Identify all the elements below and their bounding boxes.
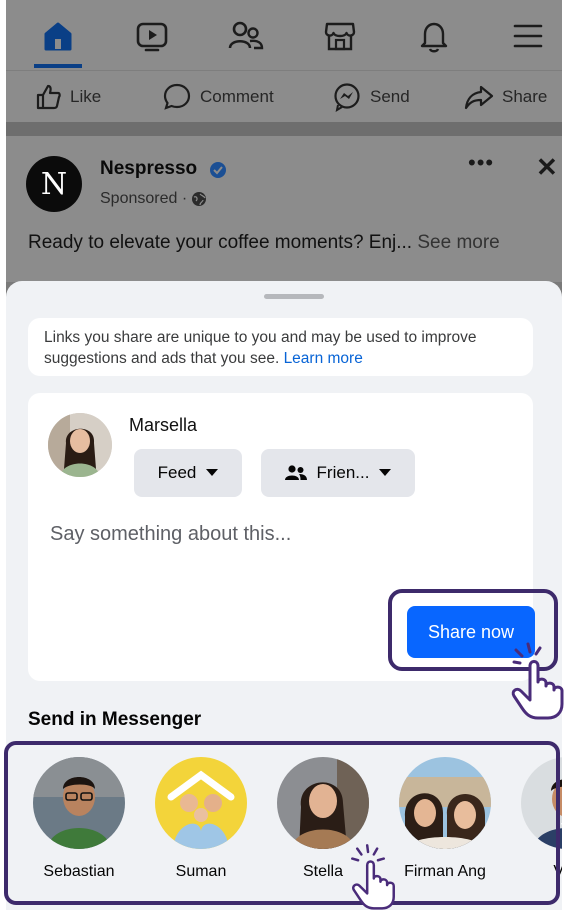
- learn-more-link[interactable]: Learn more: [284, 350, 363, 367]
- feed-divider: [6, 122, 562, 136]
- see-more-link[interactable]: See more: [417, 232, 499, 253]
- avatar: [48, 413, 112, 477]
- send-label: Send: [370, 87, 410, 106]
- close-post-button[interactable]: ✕: [536, 152, 558, 183]
- tap-hand-icon: [506, 638, 568, 725]
- send-button[interactable]: Send: [332, 83, 410, 112]
- sheet-drag-handle[interactable]: [264, 294, 324, 299]
- like-label: Like: [70, 87, 102, 106]
- comment-icon: [163, 83, 191, 110]
- caret-down-icon: [379, 469, 392, 476]
- brand-name[interactable]: Nespresso: [100, 158, 197, 180]
- audience-dropdown[interactable]: Frien...: [261, 449, 415, 497]
- friends-audience-icon: [284, 465, 307, 480]
- caret-down-icon: [206, 469, 219, 476]
- friends-icon[interactable]: [226, 16, 266, 56]
- comment-label: Comment: [200, 87, 274, 106]
- like-icon: [36, 84, 61, 110]
- video-icon[interactable]: [132, 16, 172, 56]
- menu-icon[interactable]: [508, 16, 548, 56]
- marketplace-icon[interactable]: [320, 16, 360, 56]
- like-button[interactable]: Like: [34, 83, 101, 111]
- privacy-notice: Links you share are unique to you and ma…: [28, 318, 533, 376]
- more-options-button[interactable]: •••: [468, 150, 494, 176]
- share-button[interactable]: Share: [464, 83, 547, 111]
- send-in-messenger-title: Send in Messenger: [28, 709, 202, 730]
- post-caption: Ready to elevate your coffee moments? En…: [28, 232, 500, 254]
- comment-button[interactable]: Comment: [162, 83, 274, 111]
- globe-icon: [192, 192, 207, 206]
- tap-hand-icon: [342, 842, 404, 910]
- feed-dropdown[interactable]: Feed: [134, 449, 242, 497]
- share-label: Share: [502, 87, 548, 106]
- post-action-bar: Like Comment Send Share: [6, 70, 562, 122]
- home-icon[interactable]: [38, 16, 78, 56]
- audience-label: Frien...: [316, 463, 370, 482]
- share-icon: [464, 85, 494, 110]
- verified-badge-icon: [210, 162, 226, 178]
- post-caption-text: Ready to elevate your coffee moments? En…: [28, 232, 413, 253]
- user-name: Marsella: [129, 415, 198, 435]
- notifications-icon[interactable]: [414, 16, 454, 56]
- sponsored-label: Sponsored ·: [100, 190, 207, 208]
- messenger-icon: [334, 83, 360, 112]
- top-navigation: [6, 0, 562, 70]
- feed-label: Feed: [157, 463, 197, 482]
- sponsored-text: Sponsored ·: [100, 190, 188, 207]
- contacts-row-highlight: [4, 741, 560, 905]
- brand-logo[interactable]: N: [26, 156, 82, 212]
- sponsored-post: N Nespresso Sponsored · ••• ✕ Ready to e…: [6, 136, 562, 282]
- active-tab-indicator: [34, 64, 82, 68]
- notice-text: Links you share are unique to you and ma…: [44, 329, 477, 367]
- share-caption-input[interactable]: Say something about this...: [50, 523, 291, 546]
